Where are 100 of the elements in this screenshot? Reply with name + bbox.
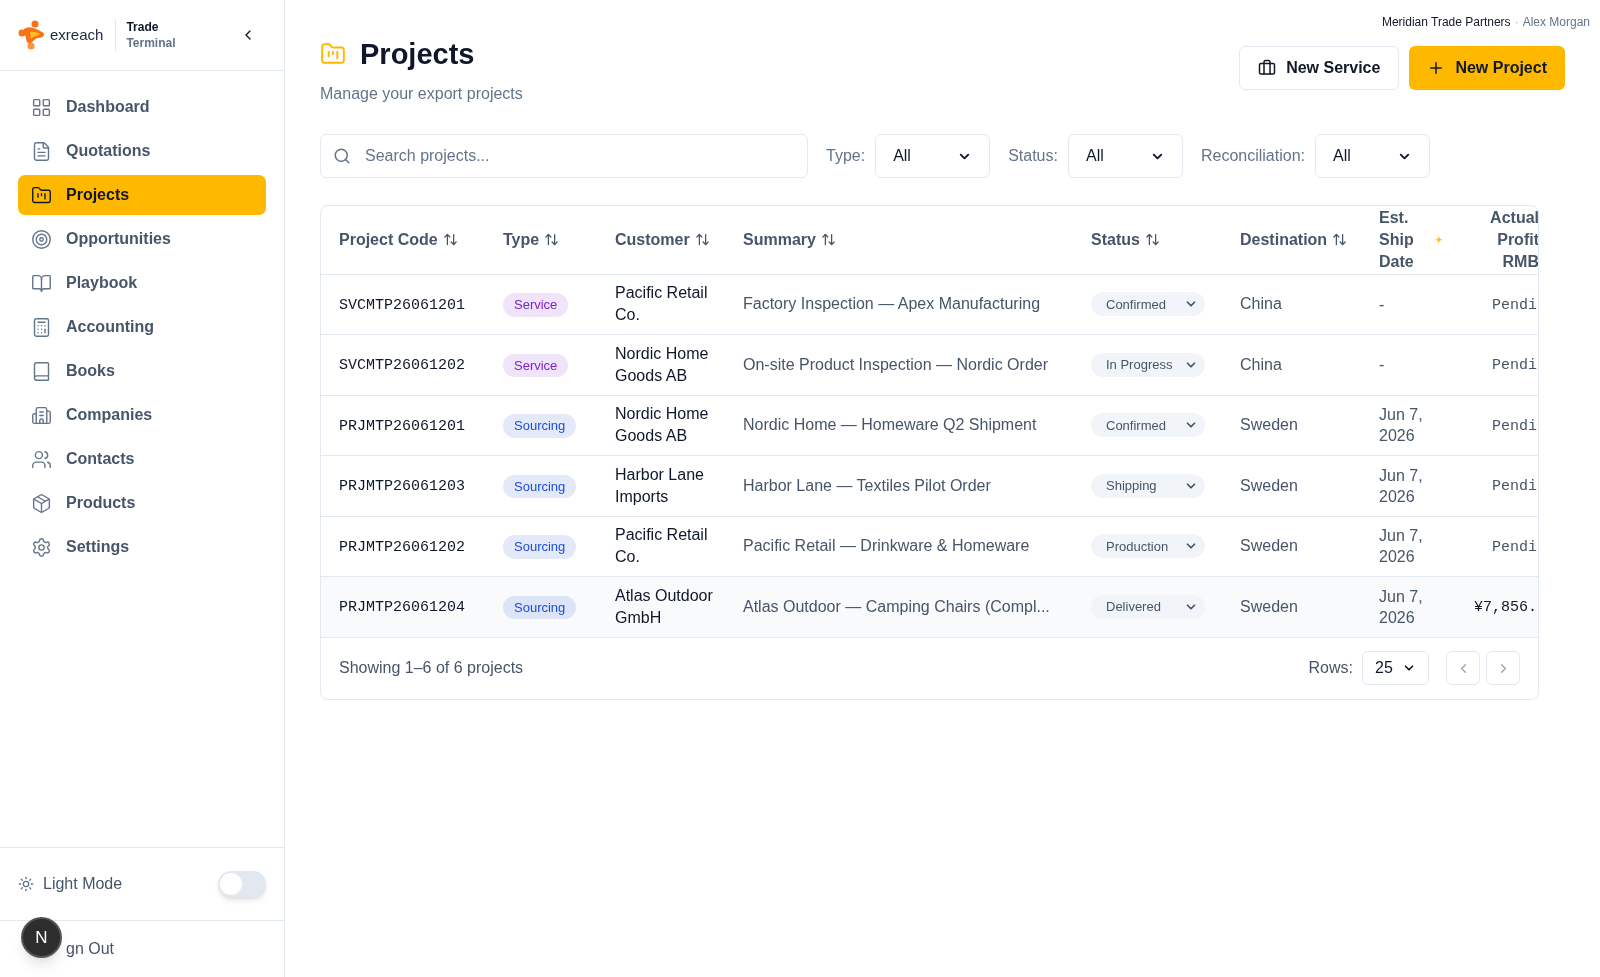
sort-icon[interactable] (544, 232, 560, 248)
sidebar-item[interactable]: Companies (18, 395, 266, 435)
sort-icon[interactable] (1332, 232, 1348, 248)
column-header[interactable]: Type (503, 228, 540, 251)
column-header[interactable]: Est. Ship Date (1379, 206, 1430, 273)
status-select[interactable]: Delivered (1091, 594, 1205, 619)
new-service-button[interactable]: New Service (1239, 46, 1400, 90)
table-row[interactable]: SVCMTP26061202 Service Nordic Home Goods AB On-site Product Inspection — Nordic Order In Progress China - Pendi (321, 334, 1538, 395)
dev-tools-badge[interactable]: N (21, 917, 62, 958)
table-row[interactable]: PRJMTP26061203 Sourcing Harbor Lane Imports Harbor Lane — Textiles Pilot Order Shipping Sweden Jun 7, 2026 Pendi (321, 455, 1538, 516)
search-field[interactable]: Search projects... (320, 134, 808, 178)
sort-icon[interactable] (1144, 232, 1160, 248)
project-summary: Harbor Lane — Textiles Pilot Order (743, 476, 991, 494)
target-icon (31, 228, 52, 250)
customer-name: Pacific Retail Co. (615, 526, 708, 566)
project-code: SVCMTP26061202 (339, 357, 466, 374)
theme-label: Light Mode (43, 874, 123, 894)
destination: Sweden (1240, 476, 1298, 494)
project-summary: Atlas Outdoor — Camping Chairs (Compl... (743, 597, 1050, 615)
customer-name: Harbor Lane Imports (615, 465, 704, 505)
column-header[interactable]: Customer (615, 228, 690, 251)
actual-profit: Pendi (1492, 417, 1537, 435)
search-icon (333, 147, 351, 165)
ship-date: - (1379, 356, 1385, 374)
project-code: SVCMTP26061201 (339, 296, 466, 314)
type-tag: Service (503, 353, 569, 377)
filter-select[interactable]: All (1315, 134, 1430, 178)
brand-name: exreach (50, 24, 104, 45)
new-project-button[interactable]: New Project (1409, 46, 1565, 90)
open-book-icon (31, 272, 52, 294)
status-select[interactable]: Confirmed (1091, 292, 1205, 317)
sidebar-item[interactable]: Accounting (18, 307, 266, 347)
briefcase-icon (1258, 59, 1277, 77)
status-select[interactable]: Production (1091, 534, 1205, 559)
filter-select[interactable]: All (875, 134, 991, 178)
filter-label: Reconciliation: (1200, 146, 1305, 166)
project-code: PRJMTP26061204 (339, 599, 466, 616)
project-code: PRJMTP26061202 (339, 538, 466, 556)
filter-label: Status: (1008, 146, 1058, 166)
table-row[interactable]: PRJMTP26061201 Sourcing Nordic Home Goods AB Nordic Home — Homeware Q2 Shipment Confirmed Sweden Jun 7, 2026 Pendi (321, 395, 1538, 456)
destination: China (1240, 355, 1282, 373)
table-row[interactable]: PRJMTP26061204 Sourcing Atlas Outdoor GmbH Atlas Outdoor — Camping Chairs (Compl... Delivered Sweden Jun 7, 2026 ¥7,856. (321, 576, 1538, 637)
book-icon (31, 360, 52, 382)
sort-icon[interactable] (694, 232, 710, 248)
settings-icon (31, 536, 52, 558)
customer-name: Nordic Home Goods AB (615, 344, 709, 384)
customer-name: Nordic Home Goods AB (615, 405, 709, 445)
sidebar-item[interactable]: Dashboard (18, 87, 266, 127)
type-tag: Service (503, 293, 569, 317)
ship-date: Jun 7, 2026 (1379, 527, 1423, 566)
page-title: Projects (360, 37, 475, 72)
sidebar-item[interactable]: Opportunities (18, 219, 266, 259)
sign-out-link[interactable]: gn Out (66, 937, 115, 961)
sort-icon[interactable] (820, 232, 836, 248)
sidebar-item[interactable]: Products (18, 483, 266, 523)
company-name: Meridian Trade Partners (1381, 14, 1511, 30)
actual-profit: Pendi (1492, 478, 1537, 495)
sidebar-item[interactable]: Playbook (18, 263, 266, 303)
sort-icon[interactable] (442, 232, 458, 248)
ship-date: Jun 7, 2026 (1379, 466, 1423, 505)
project-summary: On-site Product Inspection — Nordic Order (743, 355, 1048, 373)
project-code: PRJMTP26061201 (339, 417, 466, 435)
sidebar-item[interactable]: Contacts (18, 439, 266, 479)
status-select[interactable]: Shipping (1091, 473, 1205, 498)
package-icon (31, 492, 52, 514)
pagination-summary: Showing 1–6 of 6 projects (339, 658, 524, 678)
filter-select[interactable]: All (1067, 134, 1183, 178)
user-name: Alex Morgan (1522, 14, 1590, 30)
rows-select[interactable]: 25 (1362, 651, 1429, 685)
sidebar-item[interactable]: Settings (18, 527, 266, 567)
sidebar-item[interactable]: Projects (18, 175, 266, 215)
document-icon (31, 140, 52, 162)
calculator-icon (31, 316, 52, 338)
destination: Sweden (1240, 537, 1298, 555)
folder-icon (320, 41, 346, 67)
project-summary: Nordic Home — Homeware Q2 Shipment (743, 416, 1037, 434)
destination: Sweden (1240, 416, 1298, 434)
type-tag: Sourcing (503, 595, 577, 619)
table-row[interactable]: SVCMTP26061201 Service Pacific Retail Co. Factory Inspection — Apex Manufacturing Confirmed China - Pendi (321, 274, 1538, 335)
column-header[interactable]: Destination (1240, 228, 1328, 251)
status-select[interactable]: In Progress (1091, 352, 1205, 377)
ship-date: Jun 7, 2026 (1379, 587, 1423, 626)
theme-switch[interactable] (218, 871, 266, 897)
column-header[interactable]: Project Code (339, 228, 438, 251)
sidebar-item[interactable]: Books (18, 351, 266, 391)
column-header[interactable]: Summary (743, 228, 816, 251)
project-summary: Factory Inspection — Apex Manufacturing (743, 295, 1041, 313)
sun-icon (18, 876, 34, 892)
grid-icon (31, 96, 52, 118)
product-subtitle: Terminal (126, 35, 176, 51)
status-select[interactable]: Confirmed (1091, 413, 1205, 438)
sidebar-item[interactable]: Quotations (18, 131, 266, 171)
table-row[interactable]: PRJMTP26061202 Sourcing Pacific Retail Co. Pacific Retail — Drinkware & Homeware Production Sweden Jun 7, 2026 Pendi (321, 516, 1538, 577)
actual-profit: ¥7,856. (1474, 599, 1537, 616)
building-icon (31, 404, 52, 426)
ship-date: Jun 7, 2026 (1379, 406, 1423, 445)
page-subtitle: Manage your export projects (320, 84, 523, 104)
column-header[interactable]: Status (1091, 228, 1140, 251)
column-header[interactable]: Actual Profit RMB (1469, 206, 1538, 273)
type-tag: Sourcing (503, 535, 577, 559)
